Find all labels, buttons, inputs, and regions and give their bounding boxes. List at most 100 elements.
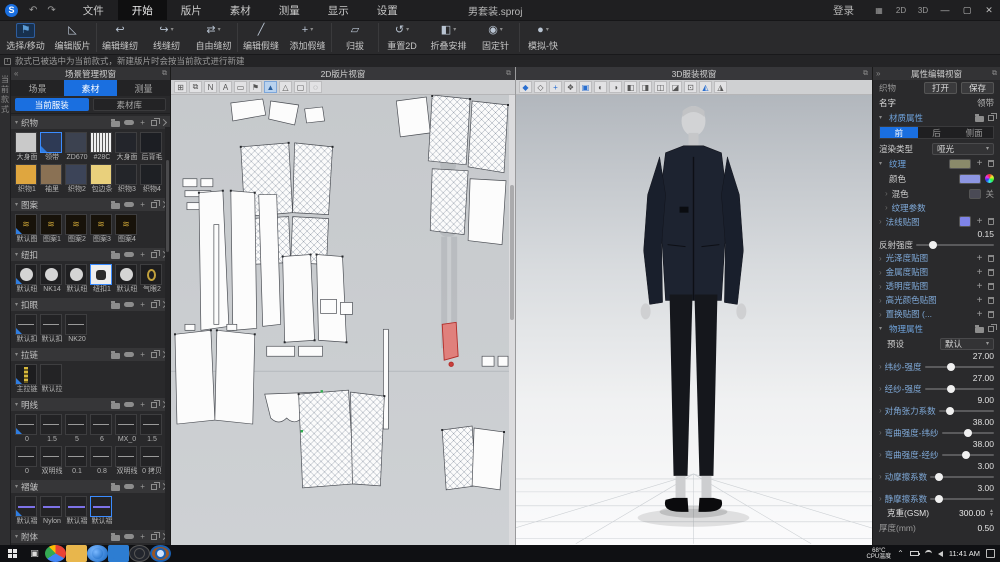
section-header-zippers[interactable]: ▾ 拉链 + [11, 348, 170, 361]
slider-track[interactable] [925, 388, 994, 390]
ribbon-tool-button[interactable]: ⚑ 选择/移动 [2, 23, 49, 52]
fabric-swatch[interactable]: 大身面 [15, 132, 39, 162]
ribbon-tool-button[interactable]: ▱ 归拔 [331, 23, 378, 52]
texture-params-label[interactable]: 纹理参数 [892, 202, 926, 214]
weight-value[interactable]: 300.00 [959, 508, 985, 518]
pattern-swatch[interactable]: 图案3 [90, 214, 114, 244]
section-tool-icon[interactable] [124, 202, 134, 207]
slider-knob[interactable] [964, 429, 972, 437]
fabric-swatch[interactable]: #28C [90, 132, 114, 162]
pattern-canvas[interactable] [171, 95, 515, 545]
section-tool-icon[interactable]: + [138, 119, 147, 127]
button-swatch[interactable]: 气眼2 [140, 264, 164, 294]
taskbar-app-icon[interactable] [66, 545, 87, 562]
trash-icon[interactable] [988, 269, 994, 276]
library-tab[interactable]: 测量 [117, 80, 170, 96]
taskbar-app-icon[interactable] [45, 545, 66, 562]
buttonhole-swatch[interactable]: 默认扣 [15, 314, 39, 344]
viewport-3d-tool-icon[interactable]: ◇ [534, 81, 547, 93]
viewport-2d-tool-icon[interactable]: A [219, 81, 232, 93]
dropdown-caret-icon[interactable]: ▾ [171, 23, 174, 38]
slider-track[interactable] [925, 366, 994, 368]
layout-toggle-icon[interactable]: ▦ [870, 0, 888, 20]
viewport-3d-tool-icon[interactable]: ◆ [519, 81, 532, 93]
battery-icon[interactable] [910, 551, 919, 556]
ribbon-tool-button[interactable]: ●▾ 模拟-快 [519, 23, 566, 52]
slider-track[interactable] [930, 476, 994, 478]
notification-center-icon[interactable] [986, 549, 995, 558]
normal-map-swatch[interactable] [959, 216, 971, 227]
viewport-2d-tool-icon[interactable]: ▲ [264, 81, 277, 93]
add-icon[interactable]: + [975, 253, 984, 264]
section-tool-icon[interactable] [160, 119, 167, 126]
viewport-3d-tool-icon[interactable]: + [549, 81, 562, 93]
taskbar-app-icon[interactable] [108, 545, 129, 562]
section-tool-icon[interactable]: + [138, 483, 147, 491]
dropdown-caret-icon[interactable]: ▾ [453, 23, 456, 38]
menu-item[interactable]: 显示 [314, 0, 363, 20]
hidden-icons-chevron[interactable]: ⌃ [897, 549, 904, 558]
section-tool-icon[interactable] [151, 402, 157, 408]
slider-knob[interactable] [947, 385, 955, 393]
fabric-swatch[interactable]: 袖里 [40, 164, 64, 194]
folder-icon[interactable] [975, 116, 984, 122]
copy-icon[interactable] [988, 326, 994, 332]
slider-track[interactable] [942, 454, 994, 456]
zipper-swatch[interactable]: 主拉链 [15, 364, 39, 394]
trash-icon[interactable] [988, 255, 994, 262]
section-tool-icon[interactable] [151, 302, 157, 308]
fabric-swatch[interactable]: 织物4 [140, 164, 164, 194]
garment-3d-canvas[interactable] [516, 95, 872, 545]
dropdown-caret-icon[interactable]: ▾ [310, 23, 313, 38]
ribbon-tool-button[interactable]: ↺▾ 重置2D [378, 23, 425, 52]
viewport-3d-tool-icon[interactable]: ◫ [654, 81, 667, 93]
color-picker-icon[interactable] [985, 174, 994, 183]
map-label[interactable]: 金属度贴图 [886, 266, 929, 278]
section-header-fabrics[interactable]: ▾ 织物 + [11, 116, 170, 129]
section-header-attachments[interactable]: ▾ 附体 + [11, 530, 170, 543]
fabric-swatch[interactable]: 后背毛 [140, 132, 164, 162]
open-button[interactable]: 打开 [924, 82, 957, 94]
slider-track[interactable] [942, 432, 994, 434]
section-tool-icon[interactable] [151, 484, 157, 490]
ribbon-tool-button[interactable]: ◺ 编辑版片 [49, 23, 96, 52]
section-tool-icon[interactable] [124, 402, 134, 407]
viewport-3d-tool-icon[interactable]: ◧ [624, 81, 637, 93]
button-swatch[interactable]: 纽扣1 [90, 264, 114, 294]
pattern-swatch[interactable]: 图案4 [115, 214, 139, 244]
topstitch-swatch[interactable]: 0 [15, 446, 39, 476]
section-tool-icon[interactable]: + [138, 251, 147, 259]
topstitch-swatch[interactable]: 0.1 [65, 446, 89, 476]
library-subtab[interactable]: 素材库 [93, 98, 167, 111]
left-rail-tab[interactable]: 当前款式 [0, 67, 11, 545]
taskbar-app-icon[interactable] [150, 545, 171, 562]
button-swatch[interactable]: 默认纽 [65, 264, 89, 294]
viewport-3d-tool-icon[interactable]: ◐ [594, 81, 607, 93]
section-tool-icon[interactable] [151, 534, 157, 540]
section-tool-icon[interactable] [111, 535, 120, 541]
ribbon-tool-button[interactable]: ╱ 编辑假缝 [237, 23, 284, 52]
map-label[interactable]: 光泽度贴图 [886, 252, 929, 264]
maximize-button[interactable]: ▢ [956, 0, 978, 20]
pleat-swatch[interactable]: 默认褶 [65, 496, 89, 526]
viewport-3d-tool-icon[interactable]: ⊡ [684, 81, 697, 93]
reflect-track[interactable] [916, 244, 994, 246]
ribbon-tool-button[interactable]: ◉▾ 固定针 [472, 23, 519, 52]
fabric-swatch[interactable]: 织物2 [65, 164, 89, 194]
login-button[interactable]: 登录 [833, 3, 854, 18]
section-header-buttons[interactable]: ▾ 纽扣 + [11, 248, 170, 261]
library-tab[interactable]: 素材 [64, 80, 117, 96]
collapse-icon[interactable]: » [876, 69, 880, 78]
viewport-2d-tool-icon[interactable]: ⧉ [189, 81, 202, 93]
section-tool-icon[interactable] [124, 352, 134, 357]
app-logo-icon[interactable]: S [5, 4, 18, 17]
wifi-icon[interactable] [925, 550, 932, 557]
pleat-swatch[interactable]: Nylon [40, 496, 64, 526]
button-swatch[interactable]: 默认纽 [15, 264, 39, 294]
popout-icon[interactable]: ⧉ [506, 70, 511, 78]
section-tool-icon[interactable] [111, 485, 120, 491]
menu-item[interactable]: 设置 [363, 0, 412, 20]
viewport-2d-tool-icon[interactable]: ⚑ [249, 81, 262, 93]
section-header-pleats[interactable]: ▾ 褶皱 + [11, 480, 170, 493]
preset-select[interactable]: 默认▾ [940, 338, 994, 350]
